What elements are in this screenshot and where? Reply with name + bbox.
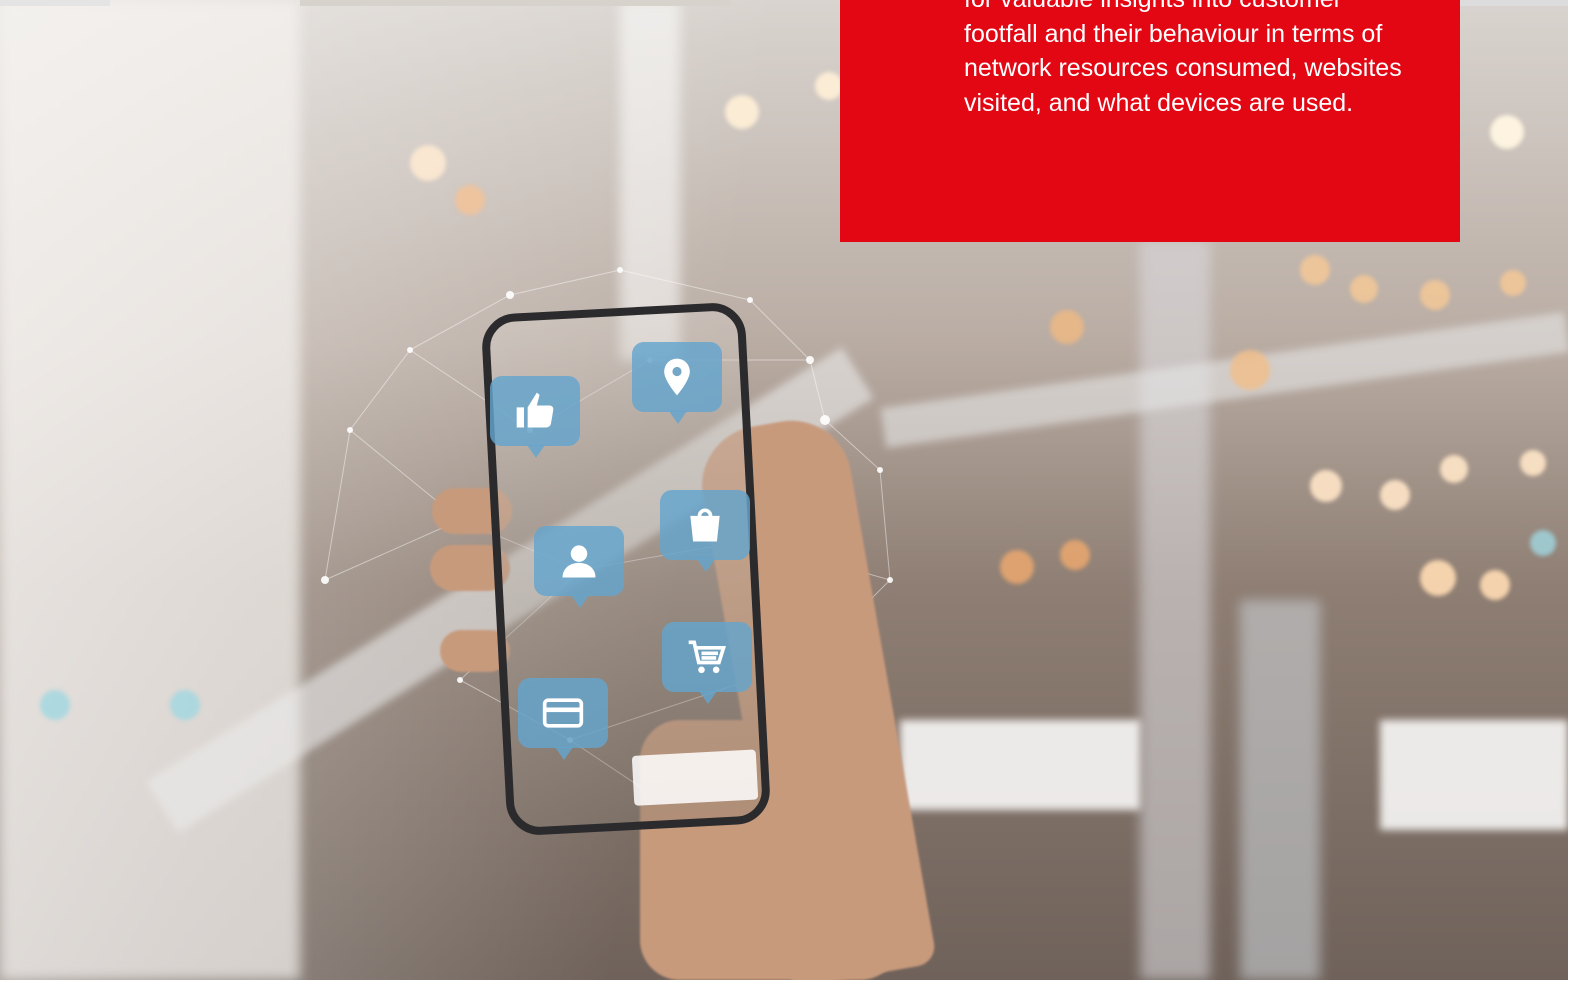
bokeh-light — [410, 145, 446, 181]
bokeh-light — [1000, 550, 1034, 584]
bokeh-light — [170, 690, 200, 720]
shopping-bag-bubble — [660, 490, 750, 572]
red-text-panel: for valuable insights into customer foot… — [840, 0, 1460, 242]
location-pin-bubble — [632, 342, 722, 424]
bokeh-light — [1380, 480, 1410, 510]
bokeh-light — [815, 72, 843, 100]
rail-lower-right — [1380, 720, 1568, 830]
shopping-cart-bubble — [662, 622, 752, 704]
pillar-left — [0, 0, 300, 980]
shopping-cart-icon — [688, 640, 726, 674]
bokeh-light — [1300, 255, 1330, 285]
top-strip-center — [300, 0, 730, 6]
bokeh-light — [1440, 455, 1468, 483]
bokeh-light — [1500, 270, 1526, 296]
bokeh-light — [1060, 540, 1090, 570]
bokeh-light — [1350, 275, 1378, 303]
pillar-far-right — [1240, 600, 1320, 980]
credit-card-icon — [542, 698, 584, 728]
top-strip-left — [0, 0, 110, 6]
thumbs-up-icon — [516, 392, 554, 428]
rail-upper — [880, 312, 1568, 448]
bokeh-light — [1530, 530, 1556, 556]
user-icon — [562, 545, 596, 578]
bokeh-light — [1310, 470, 1342, 502]
bokeh-light — [1520, 450, 1546, 476]
bokeh-light — [40, 690, 70, 720]
bokeh-light — [1480, 570, 1510, 600]
thumbs-up-bubble — [490, 376, 580, 458]
user-bubble — [534, 526, 624, 608]
bokeh-light — [725, 95, 759, 129]
bokeh-light — [1490, 115, 1524, 149]
top-strip-right — [1460, 0, 1568, 6]
bokeh-light — [455, 185, 485, 215]
bokeh-light — [1230, 350, 1270, 390]
location-pin-icon — [664, 358, 690, 396]
panel-text: for valuable insights into customer foot… — [964, 0, 1402, 117]
bokeh-light — [1420, 560, 1456, 596]
pillar-right — [1140, 240, 1210, 980]
credit-card-bubble — [518, 678, 608, 760]
phone-screen-bar — [631, 749, 759, 806]
bokeh-light — [1420, 280, 1450, 310]
bokeh-light — [1050, 310, 1084, 344]
shopping-bag-icon — [690, 508, 720, 542]
